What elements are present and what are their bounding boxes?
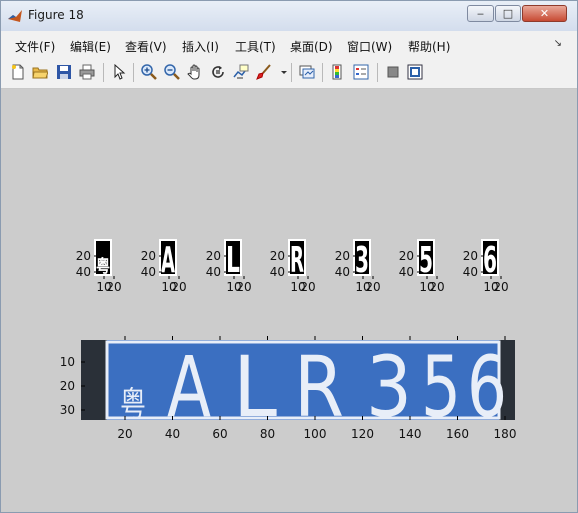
x-tick-label: 20 [300, 280, 315, 294]
link-plot-icon[interactable] [299, 64, 315, 80]
show-plot-tools-icon[interactable] [407, 64, 423, 80]
y-tick-label: 40 [463, 265, 478, 279]
matlab-logo-icon [8, 10, 22, 22]
char-glyph: 粤 [96, 256, 110, 277]
x-tick-label: 20 [171, 280, 186, 294]
new-figure-icon[interactable] [10, 64, 26, 80]
plate-character: 6 [467, 338, 507, 436]
y-tick-label: 40 [76, 265, 91, 279]
pan-hand-icon[interactable] [187, 64, 203, 80]
window-title: Figure 18 [28, 8, 84, 22]
y-tick-label: 20 [463, 249, 478, 263]
plate-character: L [233, 338, 277, 436]
x-tick-label: 140 [399, 427, 422, 441]
open-file-icon[interactable] [32, 64, 48, 80]
y-tick-label: 40 [141, 265, 156, 279]
x-tick-label: 20 [236, 280, 251, 294]
title-bar[interactable]: Figure 18 ‒ □ ✕ [1, 1, 577, 31]
menu-overflow-arrow-icon[interactable]: ↘ [554, 38, 562, 49]
menu-desktop[interactable]: 桌面(D) [290, 38, 333, 55]
plate-character: R [294, 338, 344, 436]
x-tick-label: 20 [493, 280, 508, 294]
menu-help[interactable]: 帮助(H) [408, 38, 450, 55]
plate-character: 3 [366, 338, 412, 436]
y-tick-label: 10 [60, 355, 75, 369]
x-tick-label: 20 [365, 280, 380, 294]
x-tick-label: 120 [351, 427, 374, 441]
minimize-button[interactable]: ‒ [467, 5, 494, 22]
y-tick-label: 20 [60, 379, 75, 393]
x-tick-label: 160 [446, 427, 469, 441]
plate-left-edge [81, 340, 107, 420]
y-tick-label: 20 [399, 249, 414, 263]
plate-character: 5 [421, 338, 461, 436]
rotate-3d-icon[interactable] [210, 64, 226, 80]
menu-tools[interactable]: 工具(T) [235, 38, 276, 55]
brush-dropdown-icon[interactable] [276, 64, 287, 80]
char-glyph: R [290, 240, 304, 281]
plate-character: A [167, 338, 211, 436]
y-tick-label: 20 [141, 249, 156, 263]
x-tick-label: 40 [165, 427, 180, 441]
maximize-button[interactable]: □ [495, 5, 521, 22]
x-tick-label: 180 [494, 427, 517, 441]
x-tick-label: 80 [260, 427, 275, 441]
menu-bar: 文件(F) 编辑(E) 查看(V) 插入(I) 工具(T) 桌面(D) 窗口(W… [1, 31, 577, 58]
menu-window[interactable]: 窗口(W) [347, 38, 392, 55]
colorbar-icon[interactable] [330, 64, 346, 80]
figure-window: Figure 18 ‒ □ ✕ 文件(F) 编辑(E) 查看(V) 插入(I) … [0, 0, 578, 513]
toolbar-separator [103, 63, 104, 82]
toolbar-separator [291, 63, 292, 82]
y-tick-label: 40 [335, 265, 350, 279]
zoom-in-icon[interactable] [141, 64, 157, 80]
toolbar-separator [322, 63, 323, 82]
data-cursor-icon[interactable] [233, 64, 249, 80]
char-glyph: L [226, 240, 240, 281]
x-tick-label: 20 [117, 427, 132, 441]
figure-toolbar [1, 57, 577, 89]
x-tick-label: 60 [212, 427, 227, 441]
x-tick-label: 100 [304, 427, 327, 441]
save-icon[interactable] [56, 64, 72, 80]
y-tick-label: 20 [76, 249, 91, 263]
brush-icon[interactable] [256, 64, 272, 80]
menu-edit[interactable]: 编辑(E) [70, 38, 111, 55]
y-tick-label: 40 [270, 265, 285, 279]
print-icon[interactable] [79, 64, 95, 80]
char-glyph: 5 [419, 240, 433, 281]
char-glyph: 3 [355, 240, 369, 281]
char-glyph: A [161, 240, 175, 281]
menu-insert[interactable]: 插入(I) [182, 38, 219, 55]
pointer-icon[interactable] [111, 64, 127, 80]
x-tick-label: 20 [106, 280, 121, 294]
y-tick-label: 40 [206, 265, 221, 279]
zoom-out-icon[interactable] [164, 64, 180, 80]
y-tick-label: 40 [399, 265, 414, 279]
char-glyph: 6 [483, 240, 497, 281]
toolbar-separator [133, 63, 134, 82]
legend-icon[interactable] [353, 64, 369, 80]
close-button[interactable]: ✕ [522, 5, 567, 22]
hide-plot-tools-icon[interactable] [385, 64, 401, 80]
x-tick-label: 20 [429, 280, 444, 294]
y-tick-label: 30 [60, 403, 75, 417]
toolbar-separator [377, 63, 378, 82]
y-tick-label: 20 [270, 249, 285, 263]
y-tick-label: 20 [335, 249, 350, 263]
y-tick-label: 20 [206, 249, 221, 263]
menu-view[interactable]: 查看(V) [125, 38, 167, 55]
menu-file[interactable]: 文件(F) [15, 38, 55, 55]
plate-character: 粤 [120, 385, 146, 425]
figure-canvas[interactable]: 粤 20 40 10 20 A 20 40 10 20 L 20 40 10 20 R 20 40 10 20 3 20 4… [1, 89, 577, 512]
figure-axes-svg: 粤20401020A20401020L20401020R204010203204… [60, 239, 517, 441]
